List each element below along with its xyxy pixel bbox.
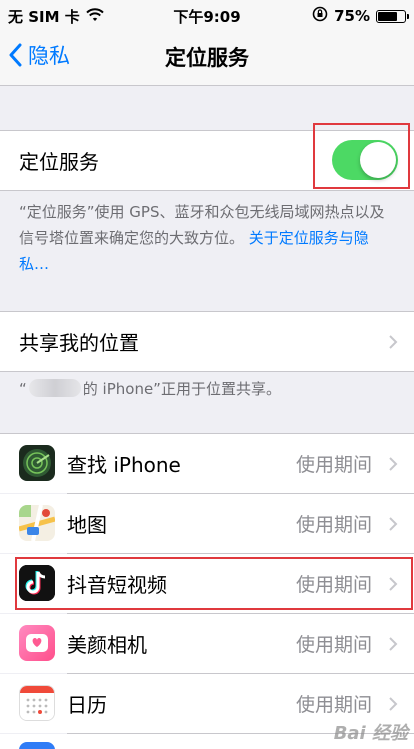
location-services-description: “定位服务”使用 GPS、蓝牙和众包无线局域网热点以及信号塔位置来确定您的大致方… (19, 199, 397, 277)
orientation-lock-icon (312, 6, 328, 26)
battery-percent: 75% (334, 7, 370, 25)
highlight-box-toggle (313, 123, 410, 189)
page-title: 定位服务 (165, 46, 249, 70)
share-note-prefix: “ (19, 380, 27, 398)
chevron-right-icon (389, 636, 398, 651)
app-row-beauty-camera[interactable]: 美颜相机 使用期间 (0, 614, 414, 673)
app-permission: 使用期间 (295, 454, 372, 476)
app-permission: 使用期间 (295, 694, 372, 716)
app-permission: 使用期间 (295, 634, 372, 656)
app-name: 查找 iPhone (67, 453, 181, 477)
watermark: Bai 经验 (333, 723, 408, 744)
chevron-right-icon (389, 516, 398, 531)
blurred-device-name (28, 379, 81, 397)
battery-icon (376, 9, 409, 23)
app-row-find-iphone[interactable]: 查找 iPhone 使用期间 (0, 434, 414, 493)
divider (0, 371, 414, 372)
divider (0, 190, 414, 191)
find-iphone-icon (19, 445, 55, 481)
status-right: 75% (312, 6, 409, 26)
share-location-note: “ 的 iPhone”正用于位置共享。 (19, 376, 281, 402)
app-name: 美颜相机 (67, 633, 147, 657)
calendar-icon (19, 685, 55, 721)
navigation-bar: 隐私 定位服务 (0, 30, 414, 86)
chevron-right-icon (389, 334, 398, 349)
share-note-suffix: 的 iPhone”正用于位置共享。 (82, 380, 281, 398)
beauty-camera-icon (19, 625, 55, 661)
app-row-maps[interactable]: 地图 使用期间 (0, 494, 414, 553)
location-services-label: 定位服务 (19, 150, 99, 174)
maps-icon (19, 505, 55, 541)
status-bar: 无 SIM 卡 下午9:09 75% (0, 0, 414, 30)
share-location-cell[interactable]: 共享我的位置 (0, 312, 414, 371)
chevron-right-icon (389, 456, 398, 471)
app-name: 地图 (67, 513, 107, 537)
app-name: 日历 (67, 693, 107, 717)
share-location-label: 共享我的位置 (19, 331, 139, 355)
chevron-right-icon (389, 696, 398, 711)
app-permission: 使用期间 (295, 514, 372, 536)
battery-level (378, 11, 397, 21)
highlight-box-douyin (15, 557, 413, 610)
app-icon-partial (19, 742, 55, 749)
